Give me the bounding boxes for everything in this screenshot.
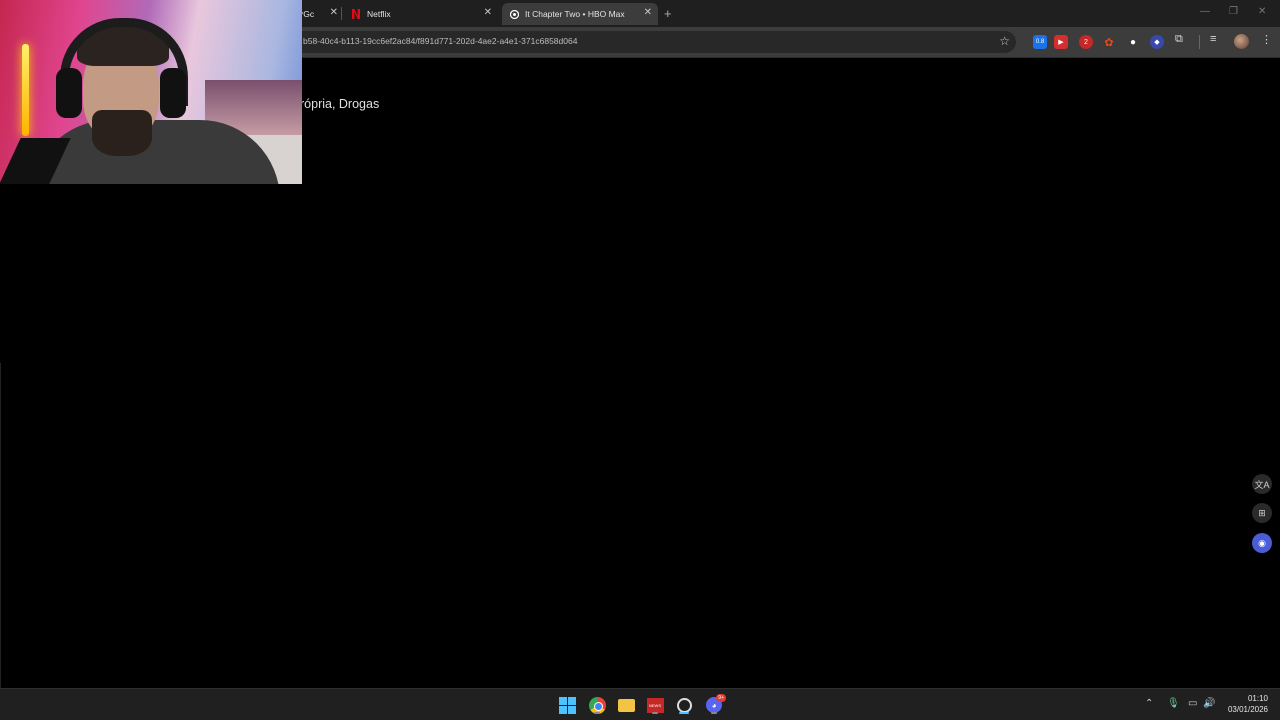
news-icon: NEWS <box>646 697 664 713</box>
close-icon[interactable]: ✕ <box>330 7 338 18</box>
windows-taskbar: NEWS ◕ 9+ ⌃ 🎙 ▭ 🔊 01:10 03/01/2026 <box>0 688 1280 720</box>
edge-line <box>0 363 1 720</box>
running-indicator <box>711 712 717 714</box>
translate-icon[interactable]: 文A <box>1252 474 1272 494</box>
vpn-extension-icon[interactable]: ◆ <box>1150 35 1164 49</box>
news-app-button[interactable]: NEWS <box>645 695 665 715</box>
tab-generic[interactable]: *Gc ✕ <box>300 3 342 25</box>
speed-extension-icon[interactable]: 0.8 <box>1033 35 1047 49</box>
webcam-person-beard <box>92 110 152 156</box>
chrome-icon <box>588 696 606 714</box>
close-window-icon[interactable]: ✕ <box>1258 6 1266 17</box>
clock[interactable]: 01:10 03/01/2026 <box>1226 693 1268 715</box>
tab-hbo-max[interactable]: It Chapter Two • HBO Max ✕ <box>502 3 658 25</box>
chevron-up-icon[interactable]: ⌃ <box>1145 698 1153 709</box>
obs-taskbar-button[interactable] <box>674 695 694 715</box>
apps-grid-icon[interactable]: ⊞ <box>1252 503 1272 523</box>
reading-list-icon[interactable]: ≡ <box>1210 33 1216 45</box>
assistant-bot-icon[interactable]: ◉ <box>1252 533 1272 553</box>
tab-label: It Chapter Two • HBO Max <box>525 9 625 19</box>
time-text: 01:10 <box>1247 694 1268 703</box>
running-indicator <box>594 712 600 714</box>
folder-icon <box>617 698 635 712</box>
active-indicator <box>679 712 689 714</box>
discord-icon: ◕ 9+ <box>706 694 726 713</box>
maximize-icon[interactable]: ❐ <box>1229 6 1238 17</box>
running-indicator <box>652 712 658 714</box>
new-tab-icon[interactable]: + <box>664 6 672 21</box>
webcam-overlay <box>0 0 302 184</box>
network-icon[interactable]: ▭ <box>1188 698 1197 709</box>
close-icon[interactable]: ✕ <box>644 7 652 18</box>
start-button[interactable] <box>557 695 577 715</box>
chrome-taskbar-button[interactable] <box>587 695 607 715</box>
tab-netflix[interactable]: Netflix ✕ <box>346 3 498 25</box>
content-advisory-tags: rópria, Drogas <box>300 97 380 111</box>
obs-icon <box>676 697 692 713</box>
url-text: b58-40c4-b113-19cc6ef2ac84/f891d771-202d… <box>303 36 578 46</box>
file-explorer-button[interactable] <box>616 695 636 715</box>
screen: *Gc ✕ Netflix ✕ It Chapter Two • HBO Max… <box>0 0 1280 720</box>
youtube-extension-icon[interactable]: ▶ <box>1054 35 1068 49</box>
close-icon[interactable]: ✕ <box>484 7 492 18</box>
maple-extension-icon[interactable]: ✿ <box>1102 35 1116 49</box>
address-bar[interactable]: b58-40c4-b113-19cc6ef2ac84/f891d771-202d… <box>292 31 1016 53</box>
bookmark-star-icon[interactable]: ☆ <box>999 34 1010 48</box>
windows-logo-icon <box>558 696 576 714</box>
badge-extension-icon[interactable]: 2 <box>1079 35 1093 49</box>
tab-divider <box>341 7 342 20</box>
volume-icon[interactable]: 🔊 <box>1203 698 1215 709</box>
minimize-icon[interactable]: — <box>1200 6 1210 17</box>
headphone-earcup <box>56 68 82 118</box>
headphone-earcup <box>160 68 186 118</box>
tab-label: *Gc <box>300 9 315 19</box>
menu-kebab-icon[interactable]: ⋮ <box>1261 33 1272 46</box>
microphone-icon[interactable]: 🎙 <box>1167 698 1180 709</box>
puzzle-extensions-icon[interactable]: ⧉ <box>1175 33 1183 46</box>
chat-extension-icon[interactable]: ● <box>1126 35 1140 49</box>
hbo-icon <box>509 9 519 19</box>
toolbar-divider <box>1199 35 1200 49</box>
webcam-light-bar <box>22 44 29 136</box>
date-text: 03/01/2026 <box>1227 705 1268 714</box>
netflix-icon <box>351 9 361 19</box>
profile-avatar[interactable] <box>1234 34 1249 49</box>
tab-label: Netflix <box>367 9 391 19</box>
discord-taskbar-button[interactable]: ◕ 9+ <box>704 694 726 715</box>
notification-badge: 9+ <box>716 694 726 702</box>
